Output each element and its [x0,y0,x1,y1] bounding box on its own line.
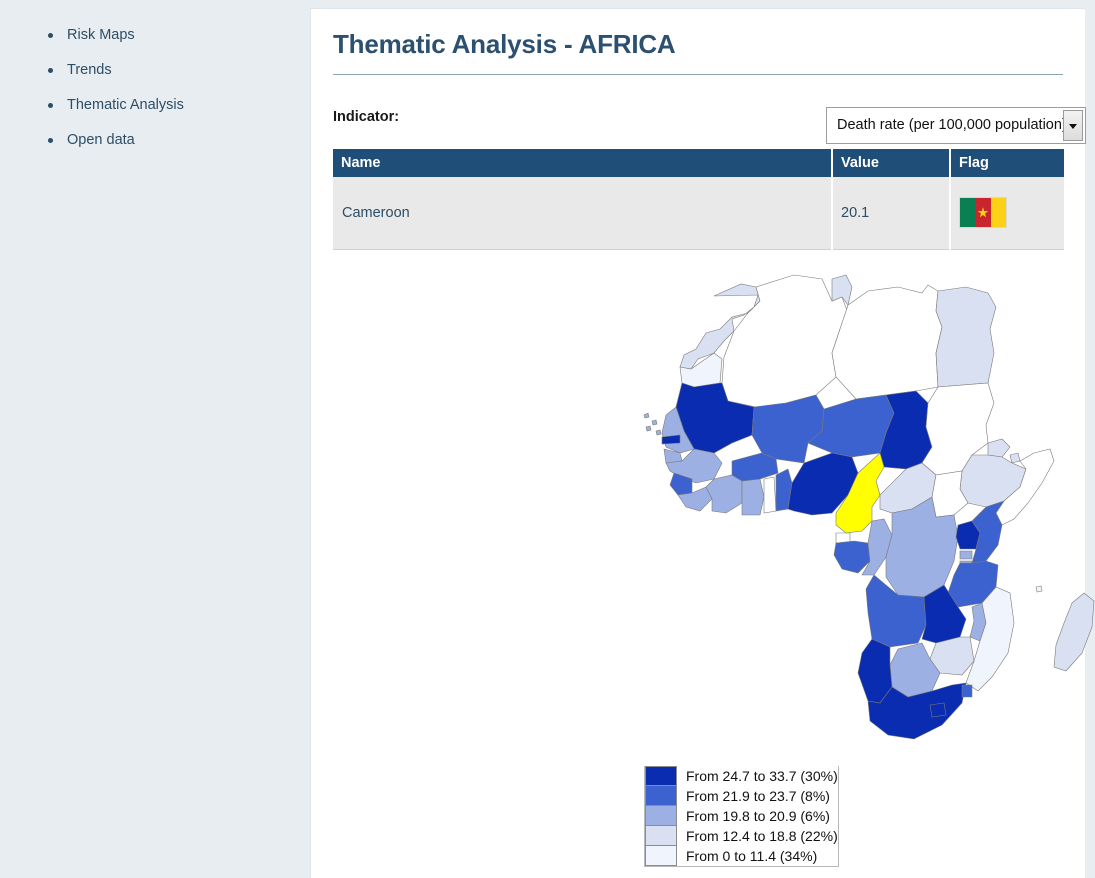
cell-value: 20.1 [832,177,951,250]
legend-item: From 12.4 to 18.8 (22%) [645,826,838,846]
country-ivory-coast[interactable] [705,474,743,514]
sidebar: Risk Maps Trends Thematic Analysis Open … [0,0,310,878]
sidebar-item-label: Thematic Analysis [67,97,184,113]
map-svg[interactable] [636,257,1095,747]
results-table: Name Value Flag Cameroon 20.1 [333,149,1064,250]
bullet-icon [48,138,53,143]
flag-band-green [960,198,976,228]
africa-choropleth-map[interactable] [636,257,1095,747]
sidebar-item-label: Trends [67,62,112,78]
page-root: Risk Maps Trends Thematic Analysis Open … [0,0,1095,878]
legend-item: From 0 to 11.4 (34%) [645,846,838,866]
country-eritrea[interactable] [987,438,1011,458]
legend-swatch [645,846,677,866]
table-row[interactable]: Cameroon 20.1 [333,177,1064,250]
country-burkina-faso[interactable] [731,452,779,482]
legend-swatch [645,786,677,806]
legend-swatch [645,806,677,826]
indicator-select[interactable]: Death rate (per 100,000 population) [826,107,1086,144]
country-botswana[interactable] [889,642,941,698]
title-divider [333,74,1063,75]
table-header-row: Name Value Flag [333,149,1064,177]
country-ghana[interactable] [741,478,765,516]
column-header-name[interactable]: Name [333,149,833,177]
country-eswatini[interactable] [961,684,973,698]
cameroon-flag-icon [959,197,1007,229]
map-legend: From 24.7 to 33.7 (30%) From 21.9 to 23.… [644,766,839,867]
bullet-icon [48,103,53,108]
legend-item: From 21.9 to 23.7 (8%) [645,786,838,806]
country-egypt[interactable] [935,286,997,388]
legend-item: From 19.8 to 20.9 (6%) [645,806,838,826]
column-header-value[interactable]: Value [832,149,951,177]
sidebar-item-thematic-analysis[interactable]: Thematic Analysis [0,88,310,123]
column-header-flag[interactable]: Flag [950,149,1064,177]
legend-item: From 24.7 to 33.7 (30%) [645,766,838,786]
country-rwanda[interactable] [959,550,973,560]
country-madagascar[interactable] [1053,592,1095,672]
country-lesotho[interactable] [929,702,947,718]
legend-label: From 0 to 11.4 (34%) [686,848,818,864]
country-cape-verde[interactable] [643,412,662,436]
country-comoros[interactable] [1035,585,1043,593]
sidebar-item-trends[interactable]: Trends [0,53,310,88]
indicator-select-value: Death rate (per 100,000 population) [837,117,1067,133]
cell-country-name: Cameroon [333,177,833,250]
chevron-down-icon[interactable] [1063,110,1083,141]
sidebar-item-open-data[interactable]: Open data [0,123,310,158]
flag-band-yellow [990,198,1006,228]
legend-swatch [645,826,677,846]
content-panel: Thematic Analysis - AFRICA Indicator: De… [310,8,1095,878]
page-title: Thematic Analysis - AFRICA [333,29,676,59]
sidebar-nav: Risk Maps Trends Thematic Analysis Open … [0,0,310,158]
sidebar-item-label: Risk Maps [67,27,135,43]
legend-label: From 12.4 to 18.8 (22%) [686,828,838,844]
country-togo[interactable] [763,476,777,514]
legend-swatch [645,766,677,786]
legend-label: From 24.7 to 33.7 (30%) [686,768,838,784]
bullet-icon [48,68,53,73]
sidebar-item-risk-maps[interactable]: Risk Maps [0,18,310,53]
country-djibouti[interactable] [1009,452,1021,464]
sidebar-item-label: Open data [67,132,135,148]
bullet-icon [48,33,53,38]
legend-label: From 19.8 to 20.9 (6%) [686,808,830,824]
indicator-label: Indicator: [333,109,400,125]
table-body: Cameroon 20.1 [333,177,1064,250]
table-head: Name Value Flag [333,149,1064,177]
country-gabon[interactable] [833,540,871,574]
legend-label: From 21.9 to 23.7 (8%) [686,788,830,804]
cell-flag [950,177,1064,250]
